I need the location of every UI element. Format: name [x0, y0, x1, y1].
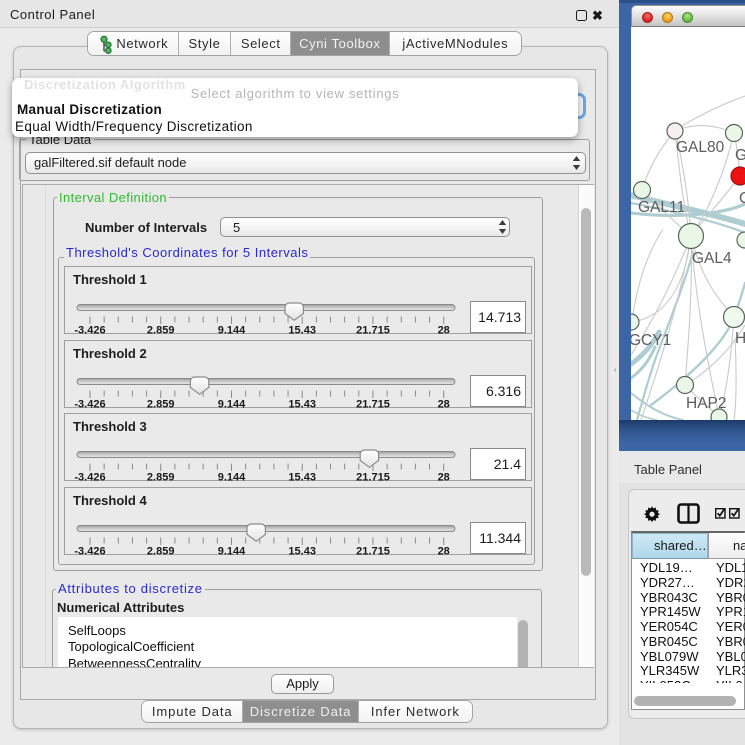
svg-text:9.144: 9.144	[218, 545, 246, 556]
svg-text:GAL4: GAL4	[692, 250, 732, 267]
svg-text:2.859: 2.859	[147, 545, 175, 556]
svg-text:28: 28	[438, 325, 450, 336]
svg-text:HAP2: HAP2	[686, 395, 727, 412]
svg-text:CY: CY	[739, 190, 745, 207]
svg-text:21.715: 21.715	[356, 325, 390, 336]
svg-text:-3.426: -3.426	[74, 472, 105, 483]
svg-text:15.43: 15.43	[288, 398, 316, 409]
svg-text:21.715: 21.715	[356, 398, 390, 409]
svg-text:15.43: 15.43	[288, 325, 316, 336]
svg-text:9.144: 9.144	[218, 472, 246, 483]
svg-text:-3.426: -3.426	[74, 545, 105, 556]
svg-text:15.43: 15.43	[288, 545, 316, 556]
svg-text:-3.426: -3.426	[74, 398, 105, 409]
svg-text:2.859: 2.859	[147, 325, 175, 336]
svg-text:21.715: 21.715	[356, 472, 390, 483]
svg-text:GAL11: GAL11	[638, 199, 685, 216]
svg-text:2.859: 2.859	[147, 398, 175, 409]
svg-text:15.43: 15.43	[288, 472, 316, 483]
svg-text:28: 28	[438, 398, 450, 409]
svg-text:21.715: 21.715	[356, 545, 390, 556]
svg-text:9.144: 9.144	[218, 398, 246, 409]
svg-text:-3.426: -3.426	[74, 325, 105, 336]
svg-text:2.859: 2.859	[147, 472, 175, 483]
svg-text:GAL80: GAL80	[676, 139, 725, 156]
svg-text:28: 28	[438, 545, 450, 556]
svg-text:HI: HI	[735, 330, 745, 347]
svg-text:GA: GA	[735, 147, 745, 164]
svg-text:9.144: 9.144	[218, 325, 246, 336]
svg-text:28: 28	[438, 472, 450, 483]
svg-text:GCY1: GCY1	[631, 332, 671, 349]
